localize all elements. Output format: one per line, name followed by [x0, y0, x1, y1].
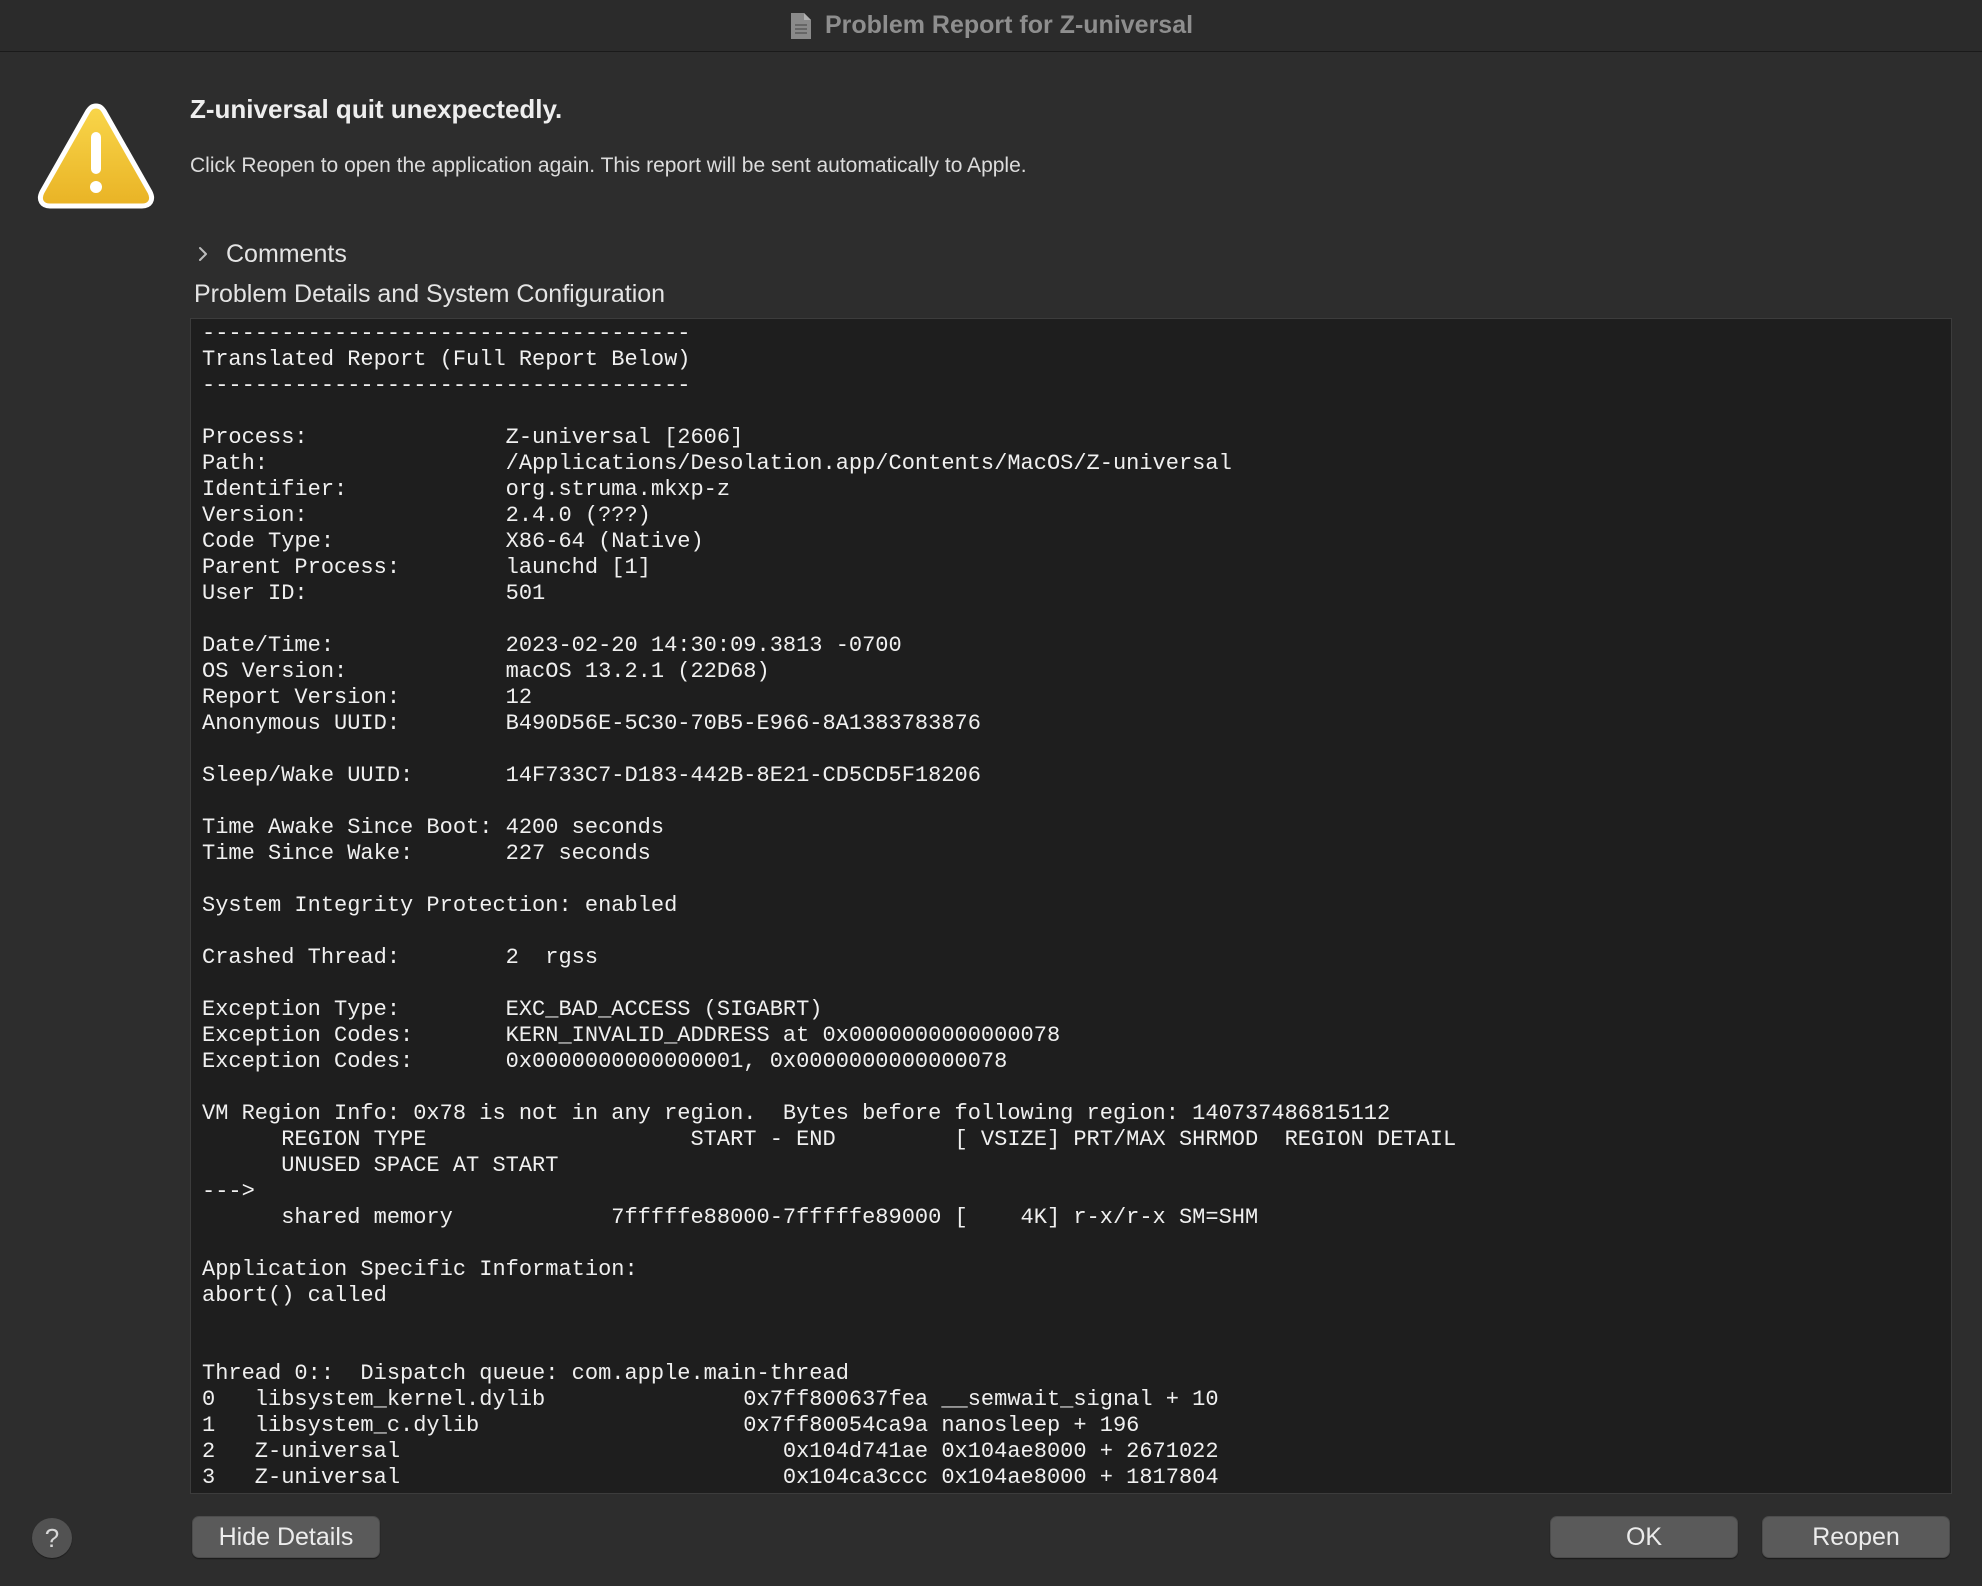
- report-line: User ID: 501: [202, 581, 546, 606]
- report-line: Report Version: 12: [202, 685, 533, 710]
- report-line: [202, 607, 1456, 633]
- details-section-label: Problem Details and System Configuration: [194, 280, 666, 308]
- report-line: [202, 737, 1456, 763]
- alert-headline: Z-universal quit unexpectedly.: [190, 94, 563, 124]
- report-line: REGION TYPE START - END [ VSIZE] PRT/MAX…: [202, 1127, 1457, 1152]
- report-line: Identifier: org.struma.mkxp-z: [202, 477, 731, 502]
- report-line: Time Since Wake: 227 seconds: [202, 841, 651, 866]
- report-text: ------------------------------------- Tra…: [202, 321, 1456, 1491]
- report-line: [202, 971, 1456, 997]
- report-line: Version: 2.4.0 (???): [202, 503, 651, 528]
- report-line: abort() called: [202, 1283, 387, 1308]
- report-line: [202, 1335, 1456, 1361]
- report-line: Exception Codes: 0x0000000000000001, 0x0…: [202, 1049, 1008, 1074]
- report-line: Application Specific Information:: [202, 1257, 638, 1282]
- report-line: Anonymous UUID: B490D56E-5C30-70B5-E966-…: [202, 711, 981, 736]
- report-line: UNUSED SPACE AT START: [202, 1153, 559, 1178]
- report-line: Process: Z-universal [2606]: [202, 425, 744, 450]
- report-line: Path: /Applications/Desolation.app/Conte…: [202, 451, 1232, 476]
- report-line: [202, 789, 1456, 815]
- window-title: Problem Report for Z-universal: [824, 11, 1194, 39]
- report-line: --->: [202, 1179, 255, 1204]
- problem-report-window: Problem Report for Z-universal Z-univers…: [0, 0, 1982, 1586]
- report-line: [202, 1075, 1456, 1101]
- alert-message: Click Reopen to open the application aga…: [190, 154, 1027, 177]
- report-line: Time Awake Since Boot: 4200 seconds: [202, 815, 665, 840]
- reopen-button[interactable]: Reopen: [1762, 1516, 1950, 1558]
- report-line: 1 libsystem_c.dylib 0x7ff80054ca9a nanos…: [202, 1413, 1140, 1438]
- report-line: System Integrity Protection: enabled: [202, 893, 678, 918]
- report-line: -------------------------------------: [202, 373, 691, 398]
- report-line: 3 Z-universal 0x104ca3ccc 0x104ae8000 + …: [202, 1465, 1219, 1490]
- report-line: Code Type: X86-64 (Native): [202, 529, 704, 554]
- report-line: -------------------------------------: [202, 321, 691, 346]
- report-line: Sleep/Wake UUID: 14F733C7-D183-442B-8E21…: [202, 763, 981, 788]
- title-bar: Problem Report for Z-universal: [0, 0, 1982, 52]
- comments-disclosure[interactable]: Comments: [194, 236, 347, 272]
- report-line: [202, 867, 1456, 893]
- report-line: Thread 0:: Dispatch queue: com.apple.mai…: [202, 1361, 849, 1386]
- report-line: Exception Codes: KERN_INVALID_ADDRESS at…: [202, 1023, 1061, 1048]
- report-line: 0 libsystem_kernel.dylib 0x7ff800637fea …: [202, 1387, 1219, 1412]
- report-line: shared memory 7fffffe88000-7fffffe89000 …: [202, 1205, 1259, 1230]
- report-line: Crashed Thread: 2 rgss: [202, 945, 599, 970]
- hide-details-button[interactable]: Hide Details: [192, 1516, 380, 1558]
- report-line: Translated Report (Full Report Below): [202, 347, 691, 372]
- warning-triangle-icon: [37, 103, 155, 209]
- report-line: [202, 1231, 1456, 1257]
- report-text-view[interactable]: ------------------------------------- Tra…: [190, 318, 1952, 1494]
- ok-button[interactable]: OK: [1550, 1516, 1738, 1558]
- report-line: [202, 399, 1456, 425]
- help-button[interactable]: ?: [32, 1518, 72, 1558]
- report-line: OS Version: macOS 13.2.1 (22D68): [202, 659, 770, 684]
- comments-label: Comments: [226, 239, 347, 268]
- report-line: [202, 1309, 1456, 1335]
- report-line: VM Region Info: 0x78 is not in any regio…: [202, 1101, 1391, 1126]
- document-icon: [790, 12, 811, 39]
- report-line: Exception Type: EXC_BAD_ACCESS (SIGABRT): [202, 997, 823, 1022]
- report-line: 2 Z-universal 0x104d741ae 0x104ae8000 + …: [202, 1439, 1219, 1464]
- report-line: Parent Process: launchd [1]: [202, 555, 651, 580]
- report-line: Date/Time: 2023-02-20 14:30:09.3813 -070…: [202, 633, 902, 658]
- report-line: [202, 919, 1456, 945]
- chevron-right-icon: [199, 247, 207, 261]
